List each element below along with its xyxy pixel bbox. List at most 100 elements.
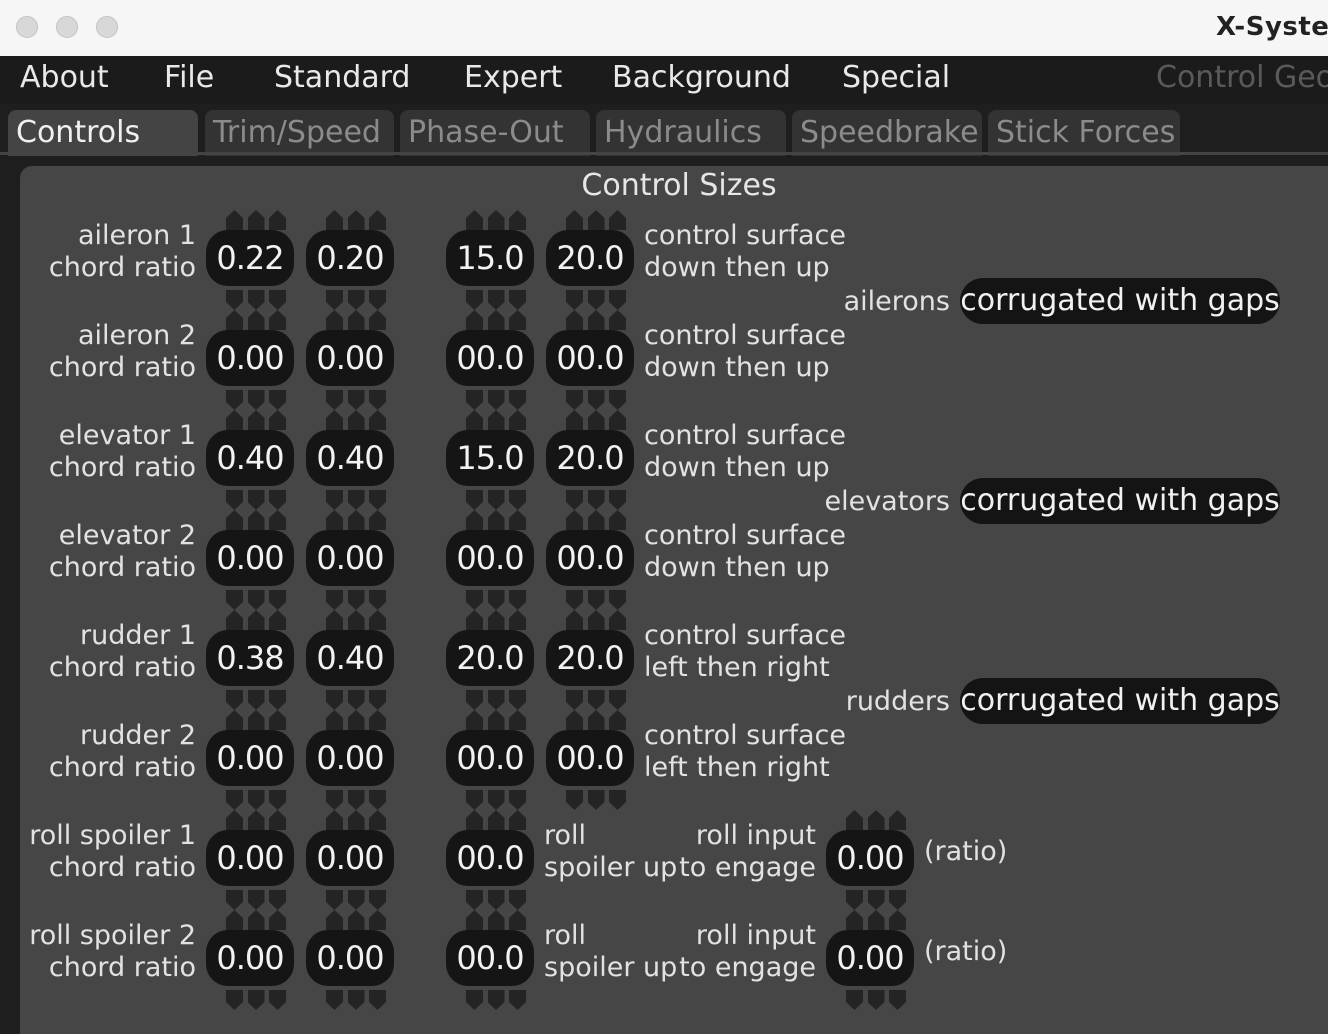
up-arrow-icon[interactable]	[566, 610, 583, 630]
up-arrow-icon[interactable]	[247, 810, 265, 830]
down-arrow-icon[interactable]	[347, 990, 365, 1010]
up-arrow-icon[interactable]	[269, 310, 286, 330]
up-arrow-icon[interactable]	[487, 310, 505, 330]
up-arrow-icon[interactable]	[466, 310, 483, 330]
value-field[interactable]: 20.0	[546, 230, 634, 286]
down-arrow-icon[interactable]	[326, 790, 343, 810]
decrement-arrows[interactable]	[326, 390, 386, 410]
up-arrow-icon[interactable]	[509, 610, 526, 630]
increment-arrows[interactable]	[226, 810, 286, 830]
up-arrow-icon[interactable]	[347, 310, 365, 330]
up-arrow-icon[interactable]	[226, 710, 243, 730]
up-arrow-icon[interactable]	[466, 510, 483, 530]
up-arrow-icon[interactable]	[369, 210, 386, 230]
up-arrow-icon[interactable]	[846, 910, 863, 930]
down-arrow-icon[interactable]	[487, 490, 505, 510]
down-arrow-icon[interactable]	[509, 890, 526, 910]
decrement-arrows[interactable]	[326, 790, 386, 810]
up-arrow-icon[interactable]	[326, 810, 343, 830]
down-arrow-icon[interactable]	[509, 790, 526, 810]
down-arrow-icon[interactable]	[226, 490, 243, 510]
increment-arrows[interactable]	[326, 410, 386, 430]
down-arrow-icon[interactable]	[269, 990, 286, 1010]
down-arrow-icon[interactable]	[889, 990, 906, 1010]
up-arrow-icon[interactable]	[609, 610, 626, 630]
down-arrow-icon[interactable]	[509, 990, 526, 1010]
value-field[interactable]: 00.0	[446, 730, 534, 786]
chord-ratio-stepper-1[interactable]: 0.38	[206, 610, 294, 720]
down-arrow-icon[interactable]	[369, 890, 386, 910]
deflection-stepper-2[interactable]: 20.0	[546, 410, 634, 520]
decrement-arrows[interactable]	[226, 890, 286, 910]
increment-arrows[interactable]	[226, 510, 286, 530]
spoiler-chord-stepper-1[interactable]: 0.00	[206, 810, 294, 920]
decrement-arrows[interactable]	[566, 390, 626, 410]
value-field[interactable]: 0.00	[306, 330, 394, 386]
up-arrow-icon[interactable]	[347, 910, 365, 930]
decrement-arrows[interactable]	[466, 890, 526, 910]
up-arrow-icon[interactable]	[269, 710, 286, 730]
value-field[interactable]: 0.20	[306, 230, 394, 286]
chord-ratio-stepper-1[interactable]: 0.22	[206, 210, 294, 320]
up-arrow-icon[interactable]	[509, 210, 526, 230]
increment-arrows[interactable]	[846, 910, 906, 930]
down-arrow-icon[interactable]	[466, 390, 483, 410]
down-arrow-icon[interactable]	[269, 790, 286, 810]
increment-arrows[interactable]	[846, 810, 906, 830]
deflection-stepper-2[interactable]: 00.0	[546, 510, 634, 620]
up-arrow-icon[interactable]	[247, 410, 265, 430]
decrement-arrows[interactable]	[226, 690, 286, 710]
up-arrow-icon[interactable]	[247, 210, 265, 230]
deflection-stepper-2[interactable]: 20.0	[546, 210, 634, 320]
up-arrow-icon[interactable]	[247, 710, 265, 730]
increment-arrows[interactable]	[226, 910, 286, 930]
decrement-arrows[interactable]	[566, 690, 626, 710]
up-arrow-icon[interactable]	[466, 210, 483, 230]
up-arrow-icon[interactable]	[226, 310, 243, 330]
value-field[interactable]: 0.00	[826, 930, 914, 986]
chord-ratio-stepper-2[interactable]: 0.40	[306, 610, 394, 720]
down-arrow-icon[interactable]	[566, 690, 583, 710]
down-arrow-icon[interactable]	[226, 590, 243, 610]
up-arrow-icon[interactable]	[369, 310, 386, 330]
decrement-arrows[interactable]	[466, 790, 526, 810]
down-arrow-icon[interactable]	[587, 290, 605, 310]
up-arrow-icon[interactable]	[509, 310, 526, 330]
up-arrow-icon[interactable]	[269, 410, 286, 430]
down-arrow-icon[interactable]	[509, 390, 526, 410]
increment-arrows[interactable]	[566, 710, 626, 730]
down-arrow-icon[interactable]	[609, 390, 626, 410]
up-arrow-icon[interactable]	[509, 710, 526, 730]
menu-file[interactable]: File	[164, 60, 214, 95]
up-arrow-icon[interactable]	[466, 810, 483, 830]
up-arrow-icon[interactable]	[326, 610, 343, 630]
down-arrow-icon[interactable]	[487, 990, 505, 1010]
chord-ratio-stepper-2[interactable]: 0.00	[306, 510, 394, 620]
down-arrow-icon[interactable]	[326, 890, 343, 910]
up-arrow-icon[interactable]	[247, 910, 265, 930]
up-arrow-icon[interactable]	[347, 210, 365, 230]
down-arrow-icon[interactable]	[369, 790, 386, 810]
up-arrow-icon[interactable]	[587, 210, 605, 230]
increment-arrows[interactable]	[466, 210, 526, 230]
down-arrow-icon[interactable]	[566, 390, 583, 410]
down-arrow-icon[interactable]	[269, 490, 286, 510]
up-arrow-icon[interactable]	[609, 310, 626, 330]
up-arrow-icon[interactable]	[466, 410, 483, 430]
tab-hydraulics[interactable]: Hydraulics	[596, 110, 786, 156]
down-arrow-icon[interactable]	[487, 790, 505, 810]
value-field[interactable]: 0.40	[206, 430, 294, 486]
decrement-arrows[interactable]	[326, 990, 386, 1010]
down-arrow-icon[interactable]	[347, 390, 365, 410]
engage-ratio-stepper[interactable]: 0.00	[826, 810, 914, 920]
deflection-stepper-2[interactable]: 20.0	[546, 610, 634, 720]
down-arrow-icon[interactable]	[566, 790, 583, 810]
up-arrow-icon[interactable]	[566, 710, 583, 730]
increment-arrows[interactable]	[226, 310, 286, 330]
down-arrow-icon[interactable]	[509, 290, 526, 310]
deflection-stepper-1[interactable]: 00.0	[446, 510, 534, 620]
menu-about[interactable]: About	[20, 60, 109, 95]
down-arrow-icon[interactable]	[466, 790, 483, 810]
decrement-arrows[interactable]	[466, 990, 526, 1010]
down-arrow-icon[interactable]	[369, 490, 386, 510]
